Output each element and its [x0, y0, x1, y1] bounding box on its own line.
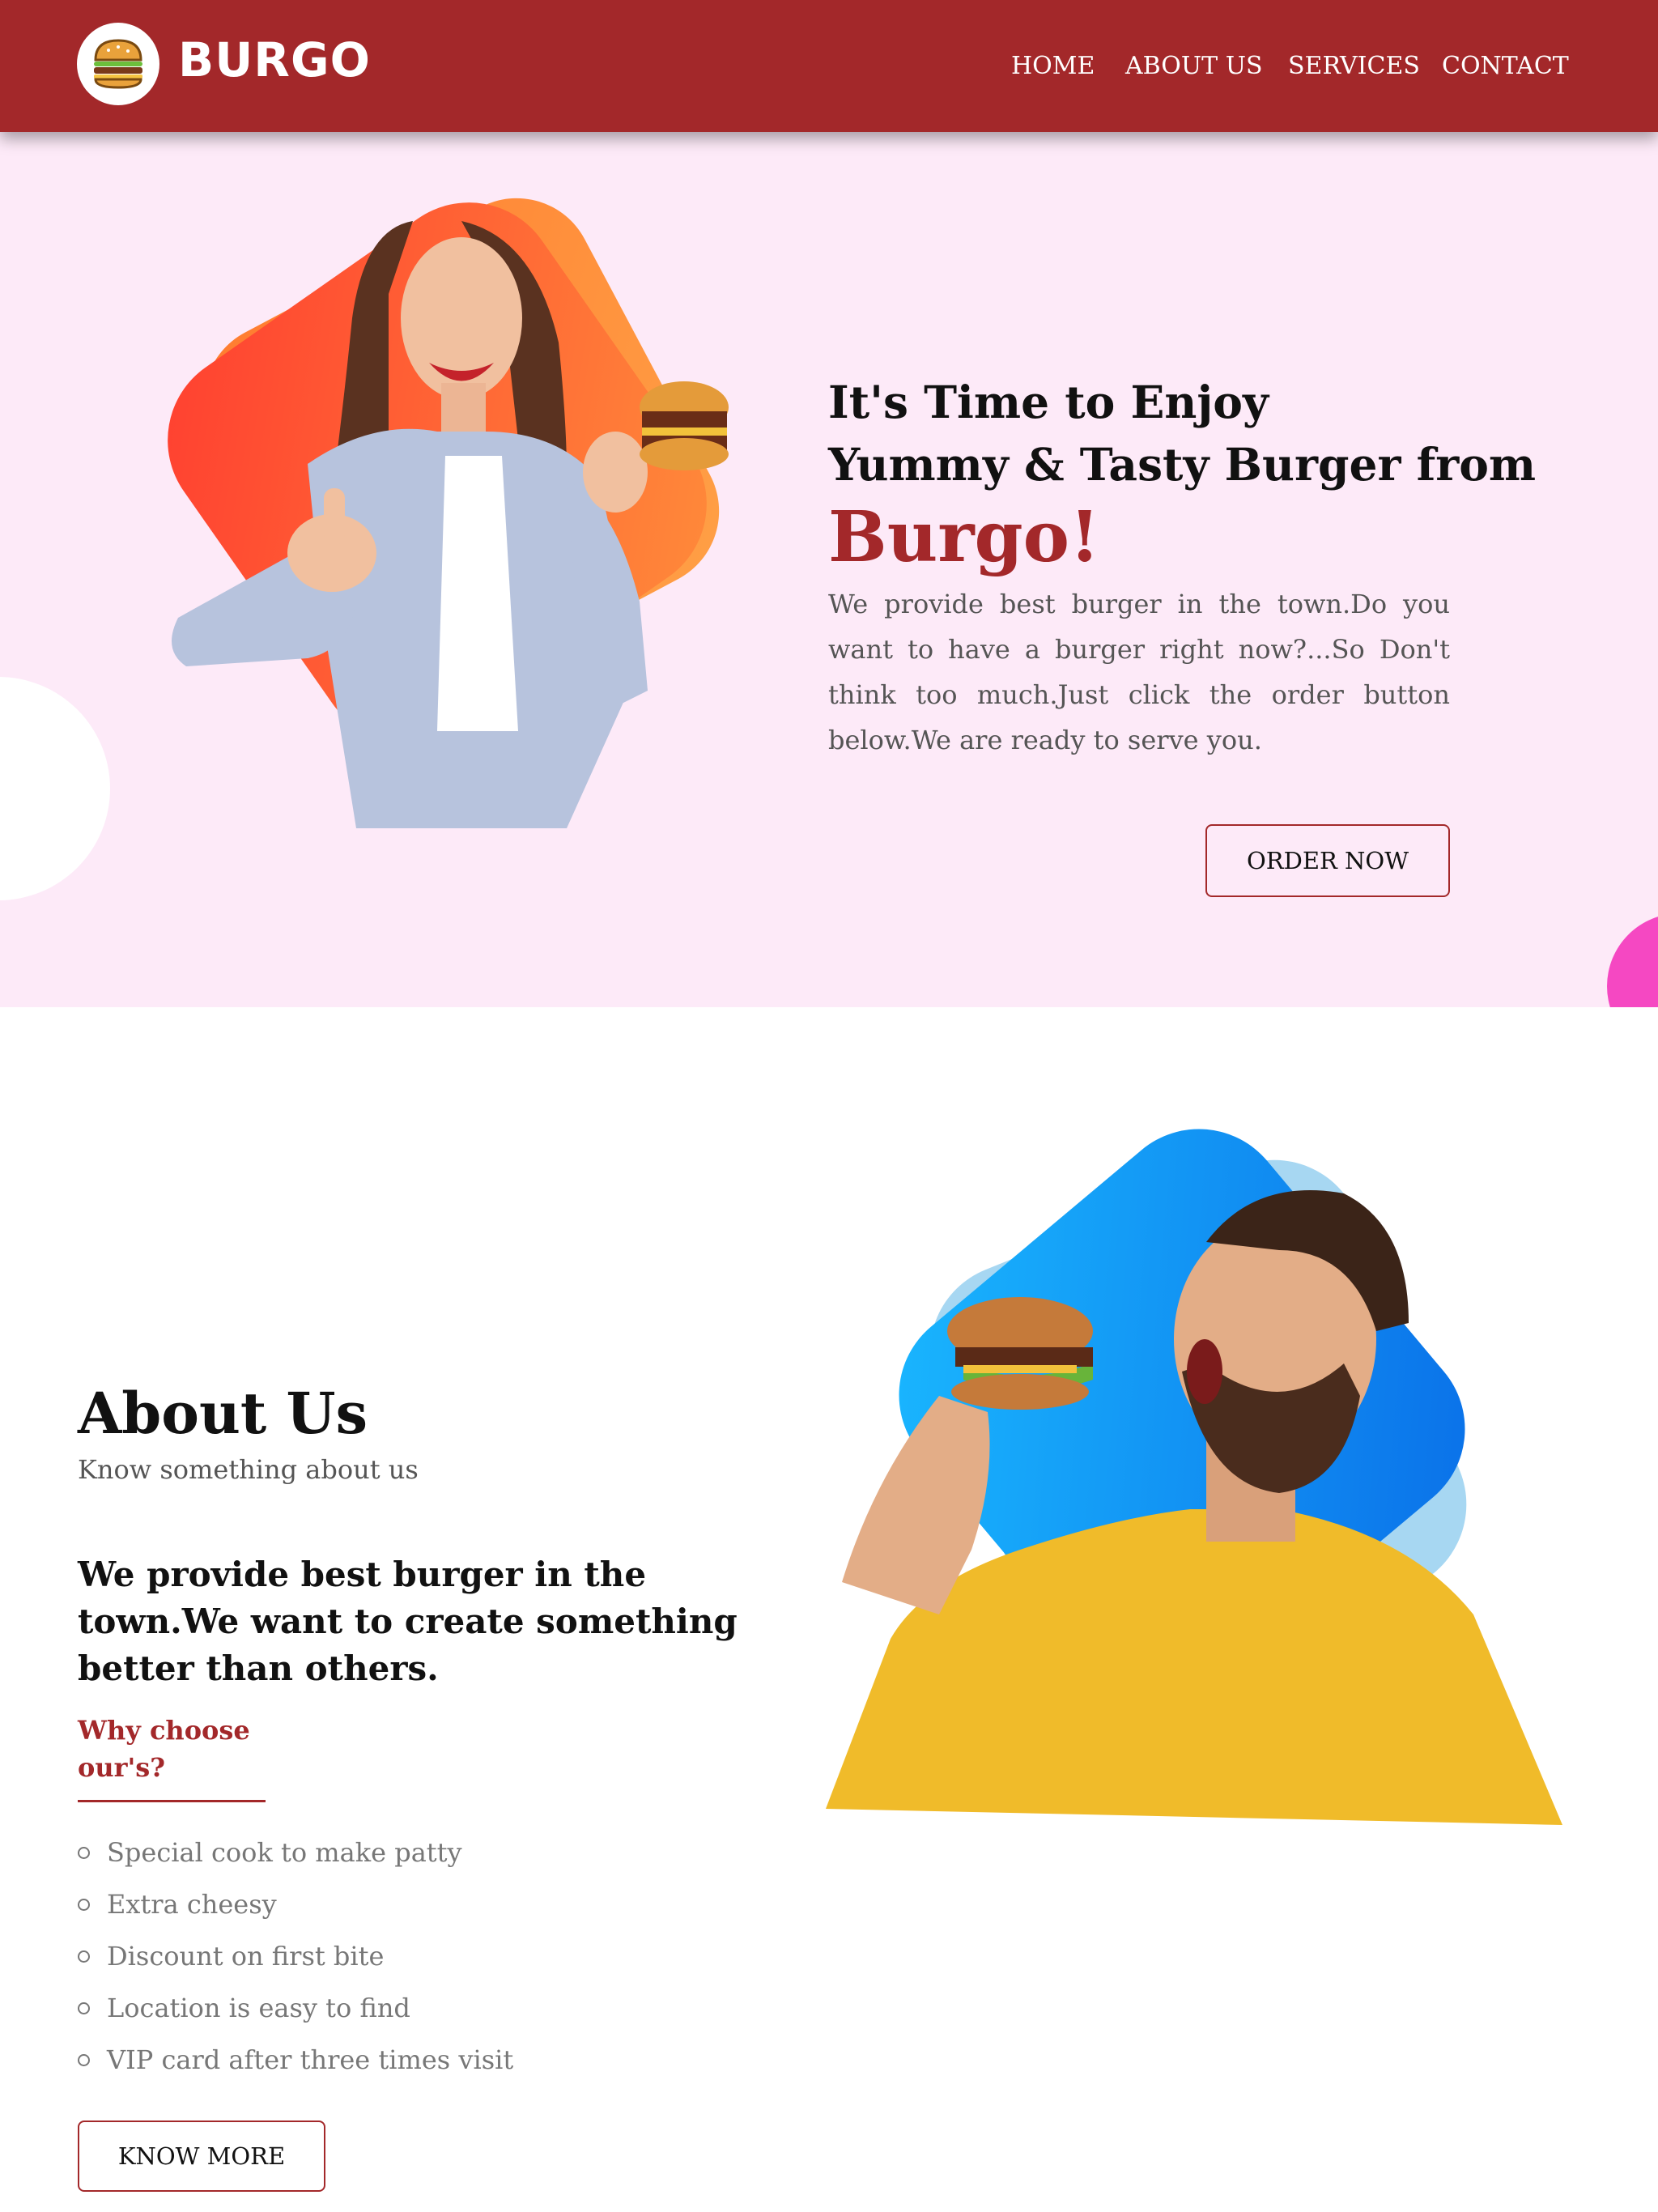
hero-woman-burger-image [168, 198, 729, 828]
know-more-button[interactable]: KNOW MORE [78, 2121, 325, 2192]
hero-title-line-1: It's Time to Enjoy [828, 376, 1269, 428]
about-title: About Us [78, 1380, 368, 1447]
about-lead-text: We provide best burger in the town.We wa… [78, 1555, 738, 1688]
hero-title-line-2: Yummy & Tasty Burger from [828, 438, 1537, 491]
hero-section: It's Time to Enjoy Yummy & Tasty Burger … [0, 132, 1658, 1007]
feature-item: VIP card after three times visit [78, 2044, 513, 2096]
hero-brand-name: Burgo! [828, 496, 1100, 578]
nav-home[interactable]: HOME [1011, 52, 1095, 80]
feature-item: Extra cheesy [78, 1889, 513, 1941]
hero-description: We provide best burger in the town.Do yo… [828, 589, 1450, 755]
about-man-burger-image [826, 1129, 1562, 1825]
feature-item: Special cook to make patty [78, 1837, 513, 1889]
why-choose-heading: Why choose our's? [78, 1715, 250, 1783]
order-now-button[interactable]: ORDER NOW [1205, 824, 1450, 897]
hero-title: It's Time to Enjoy Yummy & Tasty Burger … [828, 371, 1536, 496]
why-choose-underline [78, 1800, 266, 1802]
brand-name[interactable]: BURGO [178, 32, 371, 87]
about-section: About Us Know something about us We prov… [0, 1007, 1658, 2212]
nav-about-us[interactable]: ABOUT US [1125, 52, 1263, 80]
feature-item: Discount on first bite [78, 1941, 513, 1993]
decorative-pink-circle [1607, 913, 1658, 1007]
feature-list: Special cook to make patty Extra cheesy … [78, 1837, 513, 2096]
feature-item: Location is easy to find [78, 1993, 513, 2044]
nav-contact[interactable]: CONTACT [1442, 52, 1569, 80]
about-subtitle: Know something about us [78, 1454, 419, 1485]
navbar: BURGO HOME ABOUT US SERVICES CONTACT [0, 0, 1658, 132]
burger-logo-icon[interactable] [77, 23, 159, 105]
nav-services[interactable]: SERVICES [1288, 52, 1420, 80]
